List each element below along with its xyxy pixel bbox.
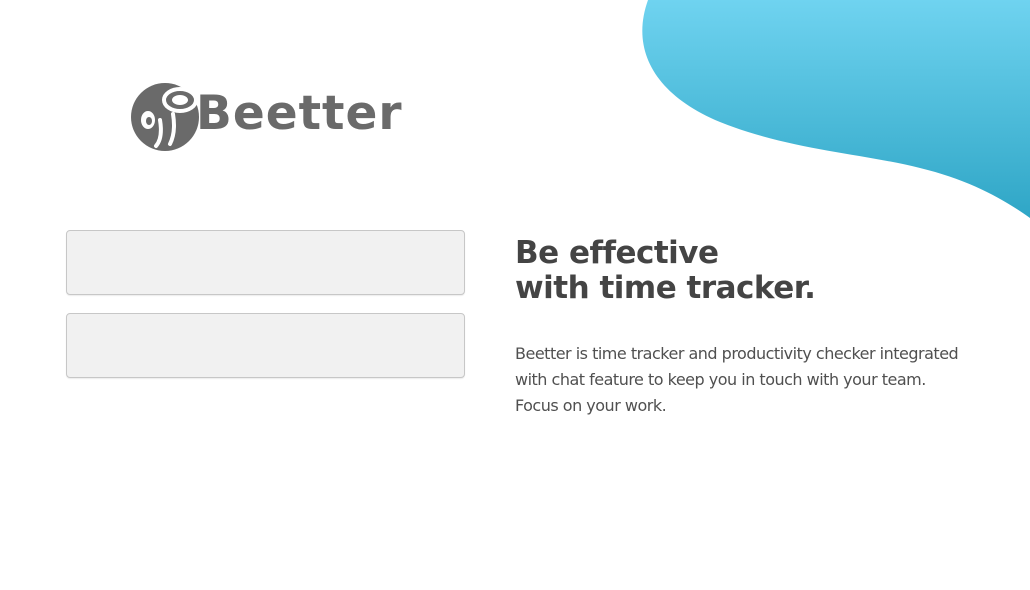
- brand-name: Beetter: [196, 86, 403, 141]
- hero-description-line-3: Focus on your work.: [515, 396, 667, 415]
- hero-description: Beetter is time tracker and productivity…: [515, 341, 1020, 419]
- login-field-2[interactable]: [66, 313, 465, 378]
- hero-headline-line-1: Be effective: [515, 235, 719, 271]
- hero-description-line-1: Beetter is time tracker and productivity…: [515, 344, 959, 363]
- login-field-1[interactable]: [66, 230, 465, 295]
- hero-headline: Be effective with time tracker.: [515, 235, 816, 306]
- hero-description-line-2: with chat feature to keep you in touch w…: [515, 370, 926, 389]
- bee-logo-icon: [131, 83, 199, 151]
- brand-logo: Beetter: [130, 80, 405, 152]
- hero-headline-line-2: with time tracker.: [515, 270, 816, 306]
